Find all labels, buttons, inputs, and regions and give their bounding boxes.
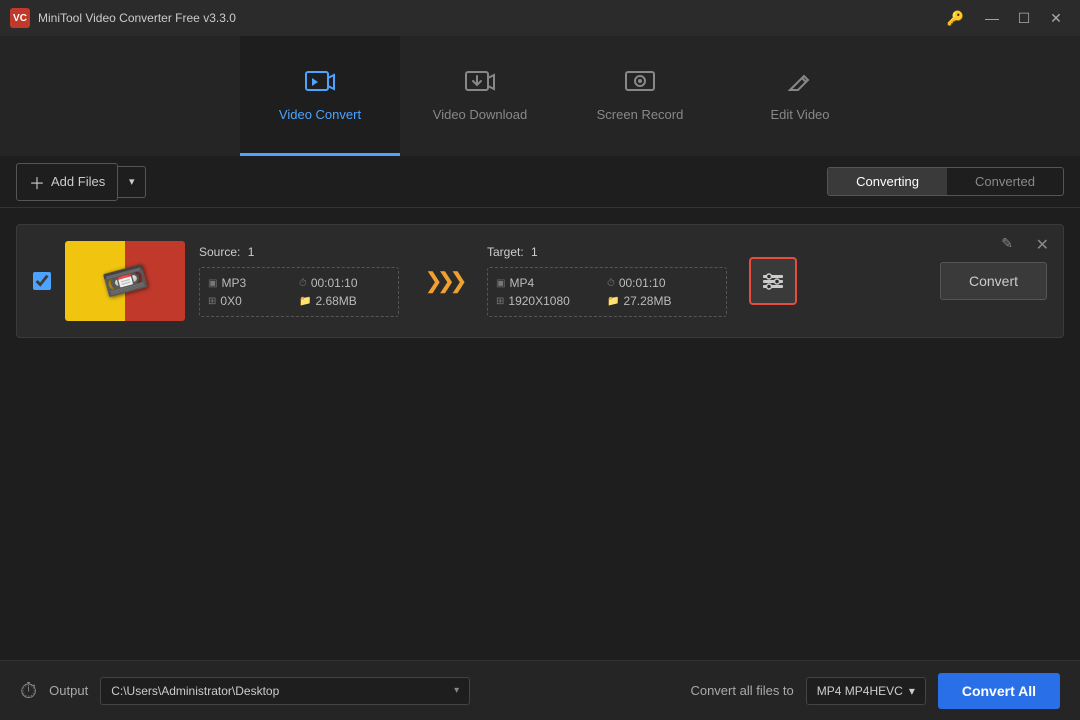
source-clock-icon: ⏱ xyxy=(299,278,307,289)
source-filesize-row: 📁 2.68MB xyxy=(299,294,390,308)
settings-button[interactable] xyxy=(749,257,797,305)
output-path-dropdown-icon: ▾ xyxy=(454,685,459,696)
target-file-icon: 📁 xyxy=(607,296,619,307)
source-format-row: ▣ MP3 xyxy=(208,276,299,290)
target-info: Target: 1 ▣ MP4 ⏱ 00:01:10 ⊞ 1920X1080 📁 xyxy=(487,245,727,317)
card-edit-button[interactable]: ✎ xyxy=(1001,235,1013,252)
source-duration-row: ⏱ 00:01:10 xyxy=(299,276,390,290)
nav-spacer xyxy=(0,36,240,156)
target-resolution-row: ⊞ 1920X1080 xyxy=(496,294,607,308)
file-thumbnail: 📼 xyxy=(65,241,185,321)
target-res-icon: ⊞ xyxy=(496,296,504,307)
convert-all-button[interactable]: Convert All xyxy=(938,673,1060,709)
add-files-plus-icon: ＋ xyxy=(29,170,45,194)
source-duration-value: 00:01:10 xyxy=(311,276,358,290)
card-close-button[interactable]: ✕ xyxy=(1036,235,1049,255)
screen-record-icon xyxy=(624,68,656,101)
source-format-value: MP3 xyxy=(221,276,246,290)
toolbar: ＋ Add Files ▾ Converting Converted xyxy=(0,156,1080,208)
source-resolution-value: 0X0 xyxy=(220,294,241,308)
nav-item-video-download[interactable]: Video Download xyxy=(400,36,560,156)
file-card: 📼 Source: 1 ▣ MP3 ⏱ 00:01:10 ⊞ 0X0 xyxy=(16,224,1064,338)
nav-bar: Video Convert Video Download Screen Reco… xyxy=(0,36,1080,156)
target-clock-icon: ⏱ xyxy=(607,278,615,289)
video-download-icon xyxy=(464,68,496,101)
source-format-icon: ▣ xyxy=(208,278,217,289)
target-grid: ▣ MP4 ⏱ 00:01:10 ⊞ 1920X1080 📁 27.28MB xyxy=(487,267,727,317)
source-filesize-value: 2.68MB xyxy=(315,294,356,308)
format-selector[interactable]: MP4 MP4HEVC ▾ xyxy=(806,677,926,705)
tab-converting[interactable]: Converting xyxy=(828,168,947,195)
source-label: Source: 1 xyxy=(199,245,399,259)
output-path-text: C:\Users\Administrator\Desktop xyxy=(111,684,279,698)
close-button[interactable]: ✕ xyxy=(1042,8,1070,28)
maximize-button[interactable]: ☐ xyxy=(1010,8,1038,28)
output-label: Output xyxy=(49,683,88,698)
app-logo: VC xyxy=(10,8,30,28)
source-file-icon: 📁 xyxy=(299,296,311,307)
nav-label-video-convert: Video Convert xyxy=(279,107,361,122)
source-resolution-row: ⊞ 0X0 xyxy=(208,294,299,308)
target-label: Target: 1 xyxy=(487,245,727,259)
tab-container: Converting Converted xyxy=(827,167,1064,196)
bottom-bar: ⏱ Output C:\Users\Administrator\Desktop … xyxy=(0,660,1080,720)
nav-item-video-convert[interactable]: Video Convert xyxy=(240,36,400,156)
minimize-button[interactable]: — xyxy=(978,8,1006,28)
arrow-icons: ❯❯❯ xyxy=(424,268,461,294)
add-files-dropdown-button[interactable]: ▾ xyxy=(118,166,146,198)
video-convert-icon xyxy=(304,68,336,101)
target-duration-value: 00:01:10 xyxy=(619,276,666,290)
source-info: Source: 1 ▣ MP3 ⏱ 00:01:10 ⊞ 0X0 📁 xyxy=(199,245,399,317)
nav-label-screen-record: Screen Record xyxy=(597,107,684,122)
app-title: MiniTool Video Converter Free v3.3.0 xyxy=(38,11,939,25)
format-dropdown-icon: ▾ xyxy=(909,684,915,698)
output-path-selector[interactable]: C:\Users\Administrator\Desktop ▾ xyxy=(100,677,470,705)
tab-converted[interactable]: Converted xyxy=(947,168,1063,195)
title-bar: VC MiniTool Video Converter Free v3.3.0 … xyxy=(0,0,1080,36)
convert-arrows: ❯❯❯ xyxy=(413,268,473,294)
key-icon: 🔑 xyxy=(947,10,964,27)
nav-item-screen-record[interactable]: Screen Record xyxy=(560,36,720,156)
convert-all-files-label: Convert all files to xyxy=(690,683,793,698)
source-res-icon: ⊞ xyxy=(208,296,216,307)
source-grid: ▣ MP3 ⏱ 00:01:10 ⊞ 0X0 📁 2.68MB xyxy=(199,267,399,317)
target-filesize-value: 27.28MB xyxy=(623,294,671,308)
target-format-icon: ▣ xyxy=(496,278,505,289)
target-filesize-row: 📁 27.28MB xyxy=(607,294,718,308)
target-resolution-value: 1920X1080 xyxy=(508,294,569,308)
nav-item-edit-video[interactable]: Edit Video xyxy=(720,36,880,156)
content-area: 📼 Source: 1 ▣ MP3 ⏱ 00:01:10 ⊞ 0X0 xyxy=(0,208,1080,660)
logo-text: VC xyxy=(13,13,27,24)
convert-button[interactable]: Convert xyxy=(940,262,1047,300)
edit-video-icon xyxy=(784,68,816,101)
target-format-row: ▣ MP4 xyxy=(496,276,607,290)
target-duration-row: ⏱ 00:01:10 xyxy=(607,276,718,290)
add-files-label: Add Files xyxy=(51,174,105,189)
format-value: MP4 MP4HEVC xyxy=(817,684,903,698)
nav-label-edit-video: Edit Video xyxy=(770,107,829,122)
title-controls: — ☐ ✕ xyxy=(978,8,1070,28)
cassette-icon: 📼 xyxy=(98,255,152,307)
nav-label-video-download: Video Download xyxy=(433,107,527,122)
add-files-button[interactable]: ＋ Add Files xyxy=(16,163,118,201)
target-format-value: MP4 xyxy=(509,276,534,290)
clock-icon: ⏱ xyxy=(20,678,37,704)
file-checkbox[interactable] xyxy=(33,272,51,290)
